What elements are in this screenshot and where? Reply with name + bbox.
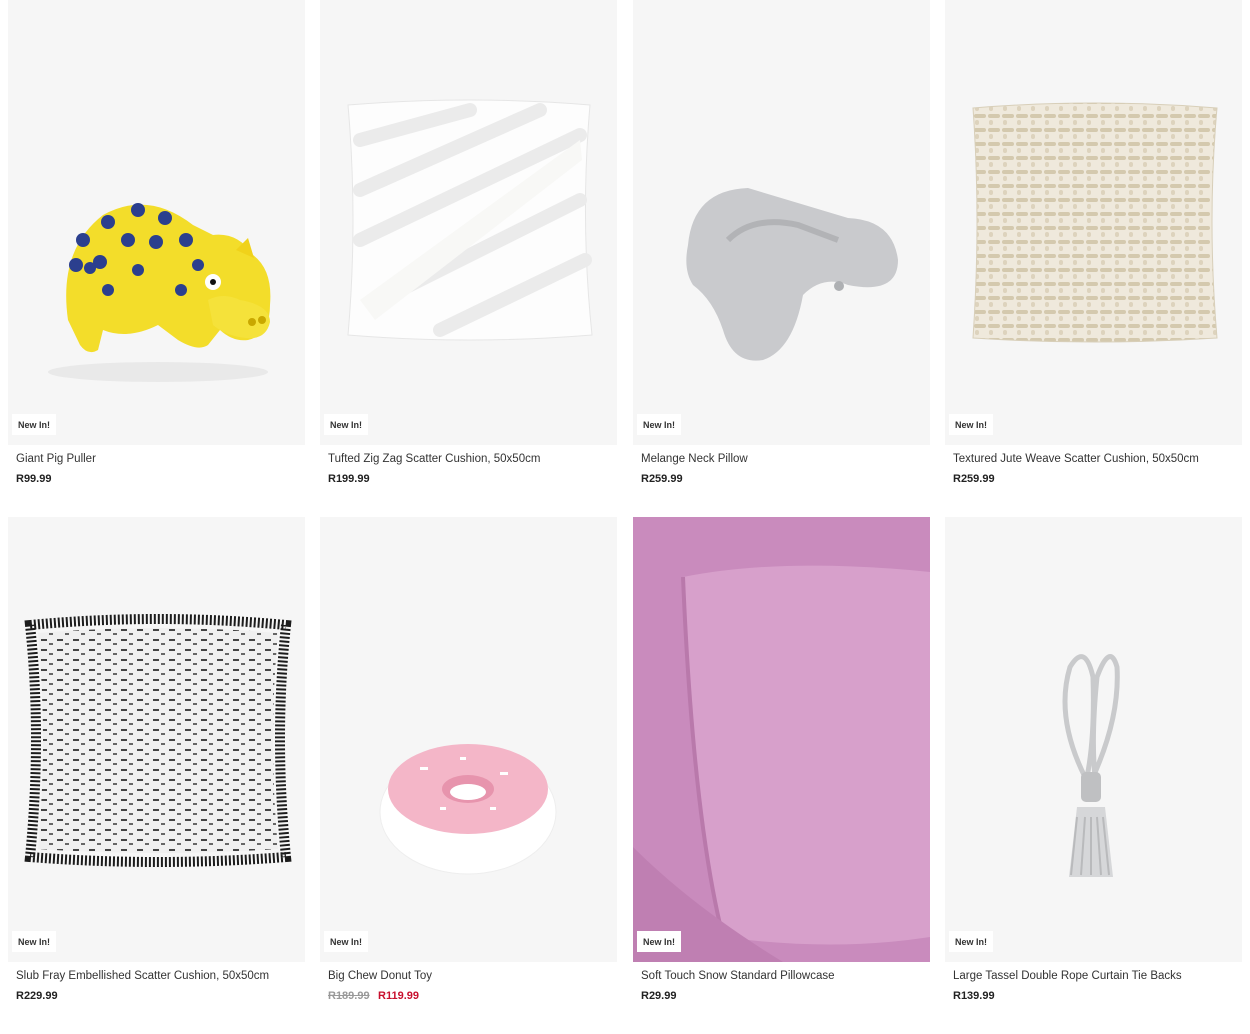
sale-price: R119.99 xyxy=(378,990,419,1002)
product-name[interactable]: Giant Pig Puller xyxy=(16,453,301,465)
product-name[interactable]: Large Tassel Double Rope Curtain Tie Bac… xyxy=(953,970,1238,982)
product-name[interactable]: Textured Jute Weave Scatter Cushion, 50x… xyxy=(953,453,1238,465)
product-image-tufted-cushion[interactable]: New In! xyxy=(320,0,617,445)
new-in-badge: New In! xyxy=(324,414,369,435)
new-in-badge: New In! xyxy=(324,931,369,952)
product-name[interactable]: Slub Fray Embellished Scatter Cushion, 5… xyxy=(16,970,301,982)
donut-toy-illustration xyxy=(379,744,557,875)
product-price: R29.99 xyxy=(641,990,677,1002)
jute-cushion-illustration xyxy=(972,102,1218,343)
new-in-badge: New In! xyxy=(12,931,57,952)
product-image-jute-cushion[interactable]: New In! xyxy=(945,0,1242,445)
product-name[interactable]: Big Chew Donut Toy xyxy=(328,970,613,982)
tassel-tie-back-illustration xyxy=(1062,654,1120,877)
new-in-badge: New In! xyxy=(637,414,682,435)
tufted-cushion-illustration xyxy=(347,99,593,341)
pig-toy-illustration xyxy=(48,203,271,382)
product-price: R259.99 xyxy=(641,473,683,485)
product-image-tassel-tie-backs[interactable]: New In! xyxy=(945,517,1242,962)
product-price: R259.99 xyxy=(953,473,995,485)
product-image-slub-fray-cushion[interactable]: New In! xyxy=(8,517,305,962)
product-name[interactable]: Melange Neck Pillow xyxy=(641,453,926,465)
original-price: R189.99 xyxy=(328,990,370,1002)
pillowcase-illustration xyxy=(633,517,930,962)
new-in-badge: New In! xyxy=(949,414,994,435)
product-image-pillowcase[interactable]: New In! xyxy=(633,517,930,962)
product-image-pig-puller[interactable]: New In! xyxy=(8,0,305,445)
product-price: R99.99 xyxy=(16,473,52,485)
neck-pillow-illustration xyxy=(686,188,898,361)
new-in-badge: New In! xyxy=(949,931,994,952)
product-name[interactable]: Tufted Zig Zag Scatter Cushion, 50x50cm xyxy=(328,453,613,465)
slub-fray-cushion-illustration xyxy=(24,614,292,867)
product-image-neck-pillow[interactable]: New In! xyxy=(633,0,930,445)
product-name[interactable]: Soft Touch Snow Standard Pillowcase xyxy=(641,970,926,982)
product-price: R199.99 xyxy=(328,473,370,485)
product-price: R229.99 xyxy=(16,990,58,1002)
product-image-donut-toy[interactable]: New In! xyxy=(320,517,617,962)
product-price: R139.99 xyxy=(953,990,995,1002)
new-in-badge: New In! xyxy=(12,414,57,435)
new-in-badge: New In! xyxy=(637,931,682,952)
